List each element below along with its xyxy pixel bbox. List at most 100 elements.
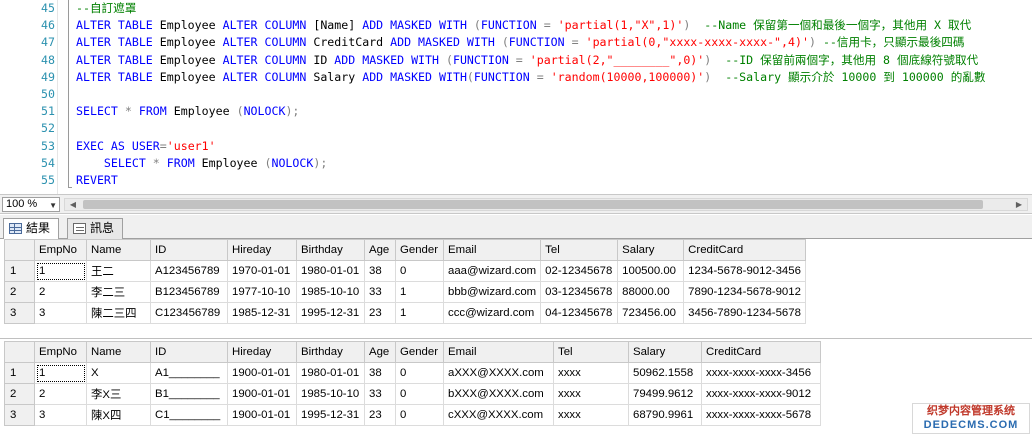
table-cell[interactable]: 02-12345678 [540, 260, 619, 282]
table-cell[interactable]: 3 [34, 404, 87, 426]
table-cell[interactable]: 0 [395, 404, 444, 426]
column-header[interactable]: CreditCard [701, 341, 821, 363]
table-cell[interactable]: C123456789 [150, 302, 228, 324]
table-cell[interactable]: 04-12345678 [540, 302, 619, 324]
table-cell[interactable]: 1980-01-01 [296, 260, 365, 282]
code-line[interactable]: 47 ALTER TABLE Employee ALTER COLUMN Cred… [0, 34, 1032, 51]
table-cell[interactable]: A1________ [150, 362, 228, 384]
scroll-left-icon[interactable]: ◀ [67, 199, 79, 210]
table-row[interactable]: 2 2 李X三 B1________ 1900-01-01 1985-10-10 33 0 bX… [4, 383, 821, 405]
table-cell[interactable]: 1985-10-10 [296, 281, 365, 303]
table-cell[interactable]: 7890-1234-5678-9012 [683, 281, 806, 303]
row-number[interactable]: 2 [4, 383, 35, 405]
table-cell[interactable]: 33 [364, 281, 396, 303]
code-line[interactable]: 53 EXEC AS USER='user1' [0, 138, 1032, 155]
zoom-dropdown[interactable]: 100 % ▼ [2, 197, 60, 212]
table-cell[interactable]: 1900-01-01 [227, 383, 297, 405]
column-header[interactable]: Email [443, 341, 554, 363]
table-cell[interactable]: xxxx-xxxx-xxxx-3456 [701, 362, 821, 384]
column-header[interactable]: Tel [540, 239, 619, 261]
table-cell[interactable]: 3456-7890-1234-5678 [683, 302, 806, 324]
column-header[interactable]: Gender [395, 239, 444, 261]
column-header[interactable]: Name [86, 341, 151, 363]
table-row[interactable]: 2 2 李二三 B123456789 1977-10-10 1985-10-10 33 1 bb… [4, 281, 806, 303]
table-cell[interactable]: bXXX@XXXX.com [443, 383, 554, 405]
table-cell[interactable]: cXXX@XXXX.com [443, 404, 554, 426]
table-cell[interactable]: 100500.00 [617, 260, 685, 282]
tab-messages[interactable]: 訊息 [67, 218, 124, 239]
table-cell[interactable]: 38 [364, 362, 396, 384]
code-line[interactable]: 55 REVERT [0, 172, 1032, 189]
table-cell[interactable]: 50962.1558 [628, 362, 702, 384]
column-header[interactable]: Salary [617, 239, 685, 261]
table-cell[interactable]: 1995-12-31 [296, 404, 365, 426]
table-cell[interactable]: 李二三 [86, 281, 151, 303]
table-cell[interactable]: 0 [395, 260, 444, 282]
table-row[interactable]: 3 3 陳X四 C1________ 1900-01-01 1995-12-31 23 0 cX… [4, 404, 821, 426]
code-line[interactable]: 52 [0, 120, 1032, 137]
table-cell[interactable]: bbb@wizard.com [442, 281, 542, 303]
table-cell[interactable]: 33 [364, 383, 396, 405]
table-cell[interactable]: 0 [395, 362, 444, 384]
table-cell[interactable]: aXXX@XXXX.com [443, 362, 554, 384]
table-row[interactable]: 3 3 陳二三四 C123456789 1985-12-31 1995-12-31 23 1 c… [4, 302, 806, 324]
row-number[interactable]: 3 [4, 404, 35, 426]
table-cell[interactable]: B123456789 [150, 281, 228, 303]
column-header[interactable]: Email [442, 239, 542, 261]
code-line[interactable]: 45 --自訂遮罩 [0, 0, 1032, 17]
column-header[interactable]: Age [364, 341, 396, 363]
table-cell[interactable]: xxxx-xxxx-xxxx-5678 [701, 404, 821, 426]
column-header[interactable]: Age [364, 239, 396, 261]
result-grid-1[interactable]: EmpNo Name ID Hireday Birthday Age Gender Email… [4, 239, 806, 324]
table-cell[interactable]: C1________ [150, 404, 228, 426]
table-cell[interactable]: 1985-10-10 [296, 383, 365, 405]
table-cell[interactable]: 1980-01-01 [296, 362, 365, 384]
column-header[interactable]: Gender [395, 341, 444, 363]
table-cell[interactable]: 1 [34, 362, 87, 384]
horizontal-scrollbar[interactable]: ◀ ▶ [64, 198, 1028, 211]
table-cell[interactable]: 陳X四 [86, 404, 151, 426]
table-cell[interactable]: 68790.9961 [628, 404, 702, 426]
table-cell[interactable]: A123456789 [150, 260, 228, 282]
column-header[interactable]: EmpNo [34, 341, 87, 363]
code-line[interactable]: 46 ALTER TABLE Employee ALTER COLUMN [Nam… [0, 17, 1032, 34]
table-cell[interactable]: 1970-01-01 [227, 260, 297, 282]
table-cell[interactable]: 3 [34, 302, 87, 324]
row-number[interactable]: 1 [4, 362, 35, 384]
column-header[interactable]: Salary [628, 341, 702, 363]
table-cell[interactable]: 38 [364, 260, 396, 282]
table-cell[interactable]: 1900-01-01 [227, 362, 297, 384]
column-header[interactable]: Name [86, 239, 151, 261]
table-cell[interactable]: 0 [395, 383, 444, 405]
result-grid-2[interactable]: EmpNo Name ID Hireday Birthday Age Gender Email… [4, 341, 821, 426]
row-number[interactable]: 3 [4, 302, 35, 324]
table-row[interactable]: 1 1 X A1________ 1900-01-01 1980-01-01 38 0 aXXX… [4, 362, 821, 384]
table-cell[interactable]: 2 [34, 383, 87, 405]
tab-results[interactable]: 結果 [3, 218, 60, 240]
table-cell[interactable]: 1995-12-31 [296, 302, 365, 324]
column-header[interactable]: ID [150, 341, 228, 363]
code-line[interactable]: 54 SELECT * FROM Employee (NOLOCK); [0, 155, 1032, 172]
table-cell[interactable]: B1________ [150, 383, 228, 405]
table-cell[interactable]: xxxx-xxxx-xxxx-9012 [701, 383, 821, 405]
table-cell[interactable]: 1 [395, 281, 444, 303]
table-cell[interactable]: 王二 [86, 260, 151, 282]
table-cell[interactable]: 1977-10-10 [227, 281, 297, 303]
table-cell[interactable]: 23 [364, 404, 396, 426]
table-cell[interactable]: X [86, 362, 151, 384]
table-cell[interactable]: 1985-12-31 [227, 302, 297, 324]
table-cell[interactable]: aaa@wizard.com [442, 260, 542, 282]
scroll-right-icon[interactable]: ▶ [1013, 199, 1025, 210]
grid-corner[interactable] [4, 239, 35, 261]
column-header[interactable]: Hireday [227, 239, 297, 261]
code-line[interactable]: 50 [0, 86, 1032, 103]
table-cell[interactable]: xxxx [553, 404, 629, 426]
column-header[interactable]: EmpNo [34, 239, 87, 261]
table-cell[interactable]: 1900-01-01 [227, 404, 297, 426]
column-header[interactable]: Birthday [296, 341, 365, 363]
column-header[interactable]: Tel [553, 341, 629, 363]
table-cell[interactable]: 1 [395, 302, 444, 324]
table-cell[interactable]: xxxx [553, 383, 629, 405]
table-cell[interactable]: 李X三 [86, 383, 151, 405]
column-header[interactable]: CreditCard [683, 239, 806, 261]
